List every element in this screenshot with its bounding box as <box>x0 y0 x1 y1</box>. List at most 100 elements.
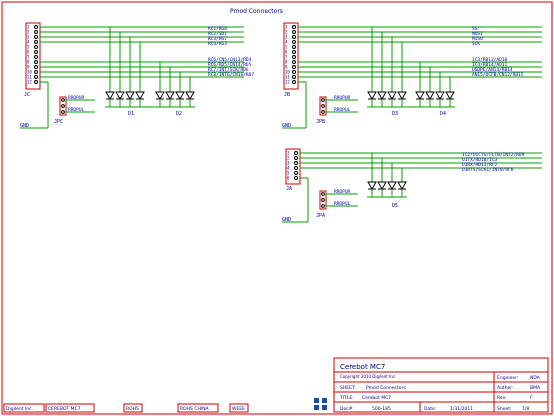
pin-marker <box>292 70 296 74</box>
tb-engineer-label: Engineer: <box>497 375 518 381</box>
footer-tag: CEREBOT MC7 <box>48 406 81 412</box>
diode-array-d4 <box>415 91 455 107</box>
pin-marker <box>292 25 296 29</box>
footer-tag: Digilent Inc. <box>6 406 33 412</box>
tb-copyright: Copyright 2010 Digilent Inc. <box>340 374 396 379</box>
connector-ja-pins: 123456 <box>287 151 298 181</box>
pin-marker <box>294 156 298 160</box>
connector-jc-block: 123456789101112 JC RC1/RG8 RC2/SDI RC3/R… <box>20 22 254 129</box>
tb-sheet-label: SHEET: <box>340 385 356 391</box>
connector-jb-pins: 123456789101112 <box>285 25 296 85</box>
pin-marker <box>294 166 298 170</box>
diode-array-d2 <box>155 91 195 107</box>
connector-jc-pins: 123456789101112 <box>27 25 38 85</box>
tb-doc-label: Doc#: <box>340 406 354 412</box>
tb-project: Cerebot MC7 <box>340 363 385 371</box>
diode-d4-label: D4 <box>440 111 446 117</box>
pin-marker <box>292 80 296 84</box>
connector-jb-block: 123456789101112 JB SS MOSI MISO SCK IC3/… <box>282 22 542 129</box>
net-label: RC8/INT6/CN16/RD7 <box>208 72 254 78</box>
net-label: U1RTS/SCK1/INT0/RF6 <box>462 167 514 173</box>
diode-d3-label: D3 <box>392 111 398 117</box>
net-label: RROPUR <box>68 95 85 101</box>
tb-author: BMA <box>530 385 541 391</box>
diode-symbol <box>397 181 407 191</box>
diode-symbol <box>367 91 377 101</box>
diode-symbol <box>175 91 185 101</box>
diode-symbol <box>387 181 397 191</box>
tb-date: 1/31/2011 <box>450 406 473 412</box>
pin-marker <box>34 55 38 59</box>
sheet-title: Pmod Connectors <box>230 8 283 15</box>
diode-symbol <box>387 91 397 101</box>
pin-marker <box>34 25 38 29</box>
diode-symbol <box>415 91 425 101</box>
gnd-label: GND <box>282 123 291 129</box>
footer-tags: Digilent Inc. CEREBOT MC7 ROHS ROHS CHIN… <box>3 403 249 413</box>
diode-array-d5 <box>367 181 407 197</box>
tb-title-label: TITLE: <box>339 395 354 401</box>
sheet-border <box>1 1 553 415</box>
diode-symbol <box>425 91 435 101</box>
footer-tag: ROHS CHINA <box>180 406 210 412</box>
pin-marker <box>34 40 38 44</box>
net-label: RROPUL <box>334 107 351 113</box>
pin-marker <box>292 65 296 69</box>
jumper-jpb-label: JPB <box>316 119 325 125</box>
digilent-logo-icon <box>314 398 327 410</box>
pin-marker <box>34 70 38 74</box>
pin-marker <box>292 30 296 34</box>
pin-marker <box>34 80 38 84</box>
diode-d1-label: D1 <box>128 111 134 117</box>
diode-array-d3 <box>367 91 407 107</box>
jumper-jpb <box>319 96 327 116</box>
tb-engineer: NDA <box>530 375 541 381</box>
net-label: RROPUL <box>68 107 85 113</box>
net-label: RC4/RG3 <box>208 41 227 47</box>
pin-marker <box>292 50 296 54</box>
connector-ja-block: 123456 JA IC2/U1CTS/FLTB/INT2/RD9 U1TX/R… <box>282 148 542 223</box>
diode-symbol <box>377 91 387 101</box>
pin-marker <box>294 151 298 155</box>
diode-symbol <box>115 91 125 101</box>
pin-marker <box>34 35 38 39</box>
diode-symbol <box>135 91 145 101</box>
diode-symbol <box>185 91 195 101</box>
jumper-jpa-label: JPA <box>316 213 325 219</box>
connector-ja-label: JA <box>286 186 292 192</box>
tb-sheet-name: Pmod Connectors <box>366 385 406 391</box>
tb-date-label: Date: <box>424 406 436 412</box>
diode-d2-label: D2 <box>176 111 182 117</box>
tb-sheets-label: Sheet: <box>497 406 512 412</box>
diode-symbol <box>367 181 377 191</box>
pin-marker <box>294 171 298 175</box>
diode-d5-label: D5 <box>392 203 398 209</box>
gnd-label: GND <box>282 217 291 223</box>
tb-doc: 500-185 <box>372 406 391 412</box>
jumper-jpc <box>59 96 67 116</box>
schematic-sheet: Pmod Connectors 123456789101112 JC RC1/R… <box>1 1 553 415</box>
pin-number: 6 <box>287 176 290 181</box>
pin-marker <box>34 30 38 34</box>
pin-marker <box>34 60 38 64</box>
diode-symbol <box>105 91 115 101</box>
jumper-jpc-label: JPC <box>54 119 63 125</box>
tb-rev-label: Rev: <box>497 395 507 401</box>
diode-symbol <box>445 91 455 101</box>
pin-marker <box>34 50 38 54</box>
pin-marker <box>292 55 296 59</box>
pin-number: 12 <box>285 80 290 85</box>
footer-tag: ROHS <box>126 406 139 412</box>
diode-symbol <box>435 91 445 101</box>
pin-marker <box>292 60 296 64</box>
gnd-label: GND <box>20 123 29 129</box>
net-label: RROPUR <box>334 95 351 101</box>
pin-marker <box>34 45 38 49</box>
diode-symbol <box>155 91 165 101</box>
tb-title-value: Cerebot MC7 <box>362 395 391 401</box>
jumper-jpa <box>319 190 327 210</box>
diode-symbol <box>165 91 175 101</box>
footer-tag: WEEE <box>232 406 245 412</box>
diode-array-d1 <box>105 91 145 107</box>
diode-symbol <box>377 181 387 191</box>
